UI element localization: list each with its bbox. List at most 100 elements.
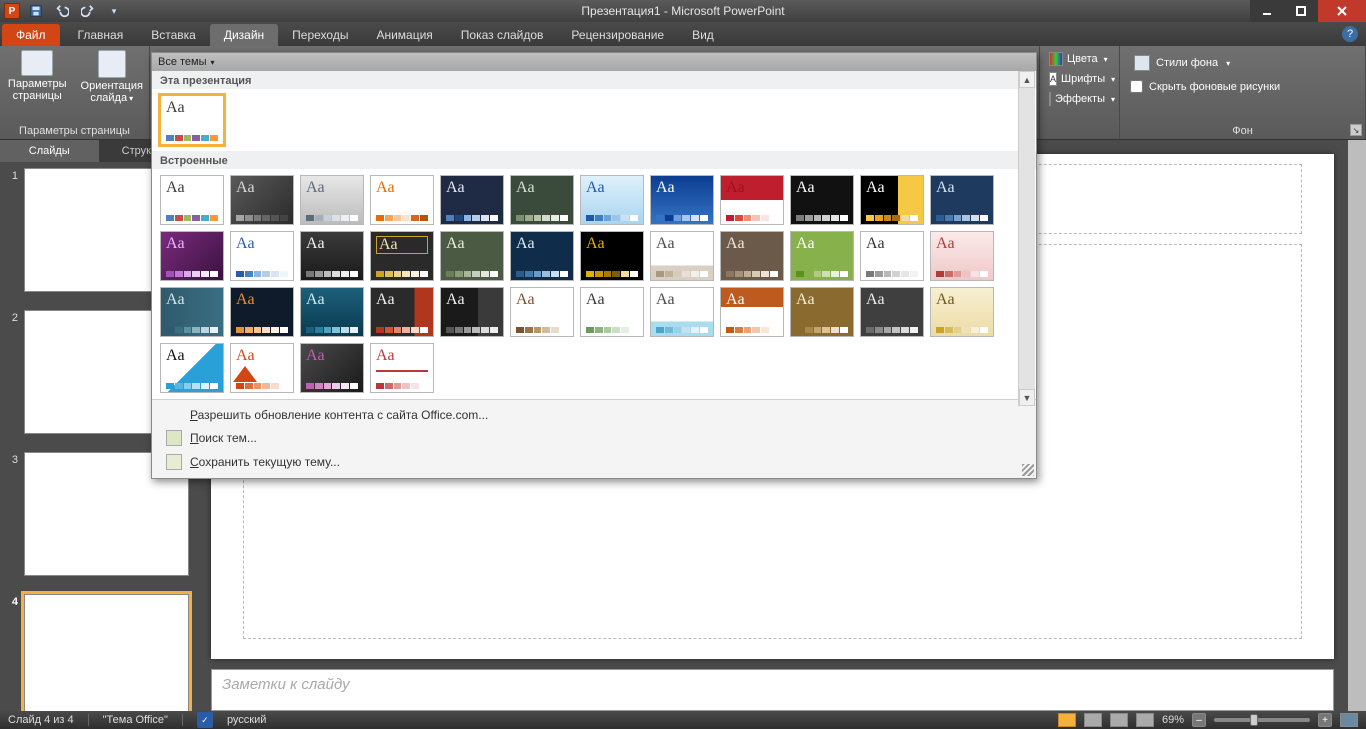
theme-color-strip [306, 327, 358, 333]
view-slideshow-button[interactable] [1136, 713, 1154, 727]
zoom-out-button[interactable]: – [1192, 713, 1206, 727]
ribbon-tab-вид[interactable]: Вид [678, 24, 728, 46]
theme-thumbnail[interactable]: Aa [510, 231, 574, 281]
ribbon-tab-главная[interactable]: Главная [64, 24, 138, 46]
theme-thumbnail[interactable]: Aa [580, 231, 644, 281]
theme-thumbnail[interactable]: Aa [650, 231, 714, 281]
theme-thumbnail[interactable]: Aa [230, 231, 294, 281]
popup-resize-handle[interactable] [1022, 464, 1034, 476]
theme-color-strip [306, 271, 358, 277]
theme-thumbnail[interactable]: Aa [300, 343, 364, 393]
slide-thumbnail[interactable]: 4 [4, 594, 193, 711]
theme-color-strip [446, 215, 498, 221]
theme-thumbnail[interactable]: Aa [160, 287, 224, 337]
theme-fonts-button[interactable]: AШрифты▾ [1046, 70, 1113, 88]
view-sorter-button[interactable] [1084, 713, 1102, 727]
themes-allow-office-update[interactable]: Разрешить обновление контента с сайта Of… [152, 404, 1036, 426]
window-minimize-button[interactable] [1250, 0, 1284, 22]
zoom-slider[interactable] [1214, 718, 1310, 722]
ribbon-tab-анимация[interactable]: Анимация [362, 24, 446, 46]
theme-thumbnail[interactable]: Aa [440, 231, 504, 281]
theme-sample-text: Aa [166, 180, 218, 196]
theme-thumbnail[interactable]: Aa [790, 175, 854, 225]
qat-save-button[interactable] [26, 2, 46, 20]
ribbon-tab-рецензирование[interactable]: Рецензирование [557, 24, 678, 46]
vertical-scrollbar[interactable] [1348, 140, 1366, 711]
theme-effects-button[interactable]: Эффекты▾ [1046, 90, 1113, 108]
themes-gallery-scrollbar[interactable]: ▲ ▼ [1018, 71, 1035, 406]
theme-thumbnail[interactable]: Aa [720, 231, 784, 281]
theme-thumbnail[interactable]: Aa [160, 343, 224, 393]
sidepane-tab-slides[interactable]: Слайды [0, 140, 99, 162]
page-setup-label: Параметры страницы [8, 78, 67, 102]
theme-thumbnail[interactable]: Aa [440, 175, 504, 225]
qat-redo-button[interactable] [78, 2, 98, 20]
theme-thumbnail[interactable]: Aa [300, 287, 364, 337]
theme-thumbnail[interactable]: Aa [300, 231, 364, 281]
theme-thumbnail[interactable]: Aa [300, 175, 364, 225]
theme-thumbnail[interactable]: Aa [790, 231, 854, 281]
themes-gallery-header[interactable]: Все темы [152, 53, 1036, 71]
theme-thumbnail[interactable]: Aa [230, 287, 294, 337]
theme-thumbnail[interactable]: Aa [930, 287, 994, 337]
theme-sample-text: Aa [306, 348, 358, 364]
background-dialog-launcher[interactable]: ↘ [1350, 124, 1362, 136]
scroll-down-button[interactable]: ▼ [1019, 389, 1035, 406]
ribbon-tab-дизайн[interactable]: Дизайн [210, 24, 278, 46]
ribbon-tab-переходы[interactable]: Переходы [278, 24, 362, 46]
zoom-slider-thumb[interactable] [1250, 714, 1258, 726]
theme-colors-button[interactable]: Цвета▾ [1046, 50, 1113, 68]
theme-color-strip [936, 327, 988, 333]
theme-thumbnail[interactable]: Aa [720, 175, 784, 225]
theme-thumbnail[interactable]: Aa [230, 175, 294, 225]
hide-background-graphics-checkbox[interactable]: Скрыть фоновые рисунки [1130, 80, 1355, 93]
theme-thumbnail[interactable]: Aa [230, 343, 294, 393]
scroll-up-button[interactable]: ▲ [1019, 71, 1035, 88]
notes-pane[interactable]: Заметки к слайду [211, 669, 1334, 711]
zoom-in-button[interactable]: + [1318, 713, 1332, 727]
theme-thumbnail[interactable]: Aa [440, 287, 504, 337]
view-reading-button[interactable] [1110, 713, 1128, 727]
ribbon-tab-файл[interactable]: Файл [2, 24, 60, 46]
theme-thumbnail[interactable]: Aa [860, 175, 924, 225]
theme-thumbnail[interactable]: Aa [860, 287, 924, 337]
themes-browse-button[interactable]: Поиск тем... [152, 426, 1036, 450]
theme-thumbnail[interactable]: Aa [160, 175, 224, 225]
zoom-percent[interactable]: 69% [1162, 714, 1184, 726]
window-close-button[interactable] [1318, 0, 1366, 22]
theme-thumbnail[interactable]: Aa [790, 287, 854, 337]
theme-thumbnail[interactable]: Aa [370, 287, 434, 337]
themes-save-current-button[interactable]: Сохранить текущую тему... [152, 450, 1036, 474]
theme-thumbnail[interactable]: Aa [860, 231, 924, 281]
theme-thumbnail[interactable]: Aa [650, 287, 714, 337]
theme-thumbnail[interactable]: Aa [370, 231, 434, 281]
theme-thumbnail[interactable]: Aa [160, 231, 224, 281]
spellcheck-icon[interactable]: ✓ [197, 712, 213, 728]
zoom-fit-button[interactable] [1340, 713, 1358, 727]
theme-thumbnail[interactable]: Aa [370, 175, 434, 225]
window-maximize-button[interactable] [1284, 0, 1318, 22]
status-language[interactable]: русский [227, 714, 266, 726]
theme-thumbnail[interactable]: Aa [160, 95, 224, 145]
theme-thumbnail[interactable]: Aa [930, 231, 994, 281]
theme-sample-text: Aa [236, 236, 288, 252]
theme-thumbnail[interactable]: Aa [510, 287, 574, 337]
theme-thumbnail[interactable]: Aa [720, 287, 784, 337]
qat-customize-button[interactable]: ▾ [104, 2, 124, 20]
theme-sample-text: Aa [586, 292, 638, 308]
qat-undo-button[interactable] [52, 2, 72, 20]
theme-thumbnail[interactable]: Aa [650, 175, 714, 225]
view-normal-button[interactable] [1058, 713, 1076, 727]
theme-color-strip [446, 271, 498, 277]
background-styles-button[interactable]: Стили фона▾ [1130, 52, 1355, 74]
theme-sample-text: Aa [166, 100, 218, 116]
theme-thumbnail[interactable]: Aa [370, 343, 434, 393]
theme-thumbnail[interactable]: Aa [580, 287, 644, 337]
theme-thumbnail[interactable]: Aa [510, 175, 574, 225]
theme-thumbnail[interactable]: Aa [580, 175, 644, 225]
ribbon-help-button[interactable]: ? [1342, 26, 1358, 42]
theme-thumbnail[interactable]: Aa [930, 175, 994, 225]
theme-sample-text: Aa [726, 180, 778, 196]
ribbon-tab-показ слайдов[interactable]: Показ слайдов [447, 24, 558, 46]
ribbon-tab-вставка[interactable]: Вставка [137, 24, 210, 46]
